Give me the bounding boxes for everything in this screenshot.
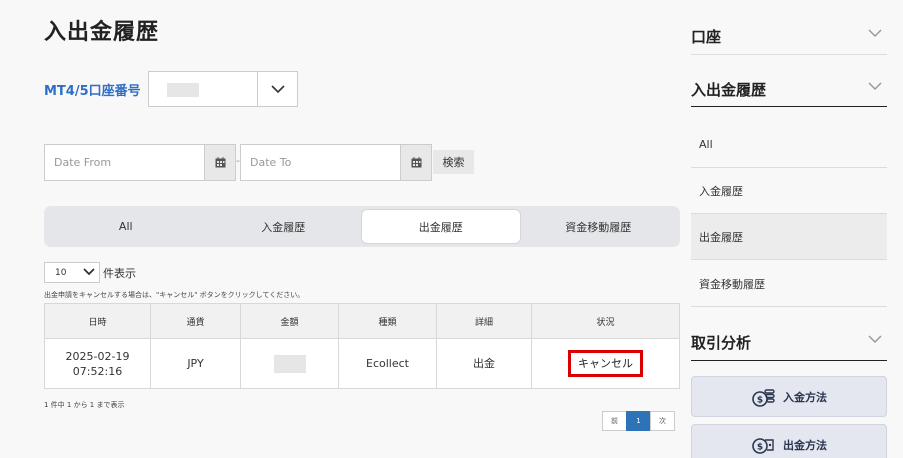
withdraw-method-button[interactable]: $ 出金方法 [691,424,887,458]
calendar-icon[interactable] [400,145,431,180]
divider [691,54,887,55]
page-length-suffix: 件表示 [103,267,136,280]
column-header-detail[interactable]: 詳細 [436,303,532,339]
column-header-datetime[interactable]: 日時 [44,303,151,339]
prev-page-button[interactable]: 前 [602,411,627,431]
cell-status: キャンセル [531,338,680,389]
cancel-button[interactable]: キャンセル [568,350,643,377]
table-header-row: 日時 通貨 金額 種類 詳細 状況 [44,303,680,339]
account-number-select[interactable] [148,71,298,107]
tab-all[interactable]: All [47,210,205,243]
account-number-label: MT4/5口座番号 [44,84,141,99]
chevron-down-icon [83,268,95,276]
svg-text:$: $ [757,395,763,405]
cell-date: 2025-02-19 [65,349,130,363]
sidebar-item-deposit-history[interactable]: 入金履歴 [691,168,887,214]
calendar-icon[interactable] [204,145,235,180]
divider [691,360,887,361]
sidebar-history-heading[interactable]: 入出金履歴 [691,79,887,100]
cell-type: Ecollect [338,338,437,389]
redacted-amount [273,354,306,373]
page-title: 入出金履歴 [44,20,160,45]
chevron-down-icon [868,82,882,91]
cancel-instruction: 出金申請をキャンセルする場合は、"キャンセル" ボタンをクリックしてください。 [44,291,305,299]
history-tabs: All 入金履歴 出金履歴 資金移動履歴 [44,206,680,247]
deposit-method-button[interactable]: $ 入金方法 [691,376,887,417]
deposit-method-label: 入金方法 [783,390,827,404]
date-from-input[interactable] [45,145,204,180]
cell-time: 07:52:16 [72,364,123,378]
tab-fund-transfer-history[interactable]: 資金移動履歴 [520,210,678,243]
coin-stack-icon: $ [752,388,775,407]
date-to-field[interactable] [240,144,432,181]
cell-amount [240,338,339,389]
sidebar-account-heading[interactable]: 口座 [691,26,887,47]
chevron-down-icon[interactable] [257,72,297,106]
sidebar-item-all[interactable]: All [691,122,887,168]
cell-currency: JPY [150,338,241,389]
account-number-value [149,72,257,106]
cell-detail: 出金 [436,338,532,389]
page-1-button[interactable]: 1 [626,411,651,431]
sidebar-item-withdrawal-history[interactable]: 出金履歴 [691,214,887,260]
sidebar-account-label: 口座 [691,28,722,46]
cell-datetime: 2025-02-19 07:52:16 [44,338,151,389]
sidebar-analysis-label: 取引分析 [691,334,752,352]
date-to-input[interactable] [241,145,400,180]
chevron-down-icon [868,29,882,38]
table-row: 2025-02-19 07:52:16 JPY Ecollect 出金 キャンセ… [44,338,680,389]
sidebar-history-label: 入出金履歴 [691,81,767,99]
withdrawal-history-table: 日時 通貨 金額 種類 詳細 状況 2025-02-19 07:52:16 JP… [44,303,680,389]
sidebar-analysis-heading[interactable]: 取引分析 [691,332,887,353]
next-page-button[interactable]: 次 [650,411,675,431]
column-header-type[interactable]: 種類 [338,303,437,339]
chevron-down-icon [868,335,882,344]
tab-deposit-history[interactable]: 入金履歴 [205,210,363,243]
column-header-status[interactable]: 状況 [531,303,680,339]
wallet-coin-icon: $ [752,437,774,454]
svg-text:$: $ [757,442,763,452]
page-length-value: 10 [55,267,67,278]
withdraw-method-label: 出金方法 [783,438,827,452]
pagination: 前 1 次 [602,411,675,431]
search-button[interactable]: 検索 [433,150,474,174]
column-header-currency[interactable]: 通貨 [150,303,241,339]
redacted-account-number [167,83,199,97]
tab-withdrawal-history[interactable]: 出金履歴 [362,210,520,243]
sidebar-item-fund-transfer-history[interactable]: 資金移動履歴 [691,261,887,307]
page-length-select[interactable]: 10 [44,262,100,283]
date-from-field[interactable] [44,144,236,181]
column-header-amount[interactable]: 金額 [240,303,339,339]
divider [691,106,887,107]
table-info: 1 件中 1 から 1 まで表示 [44,401,125,409]
